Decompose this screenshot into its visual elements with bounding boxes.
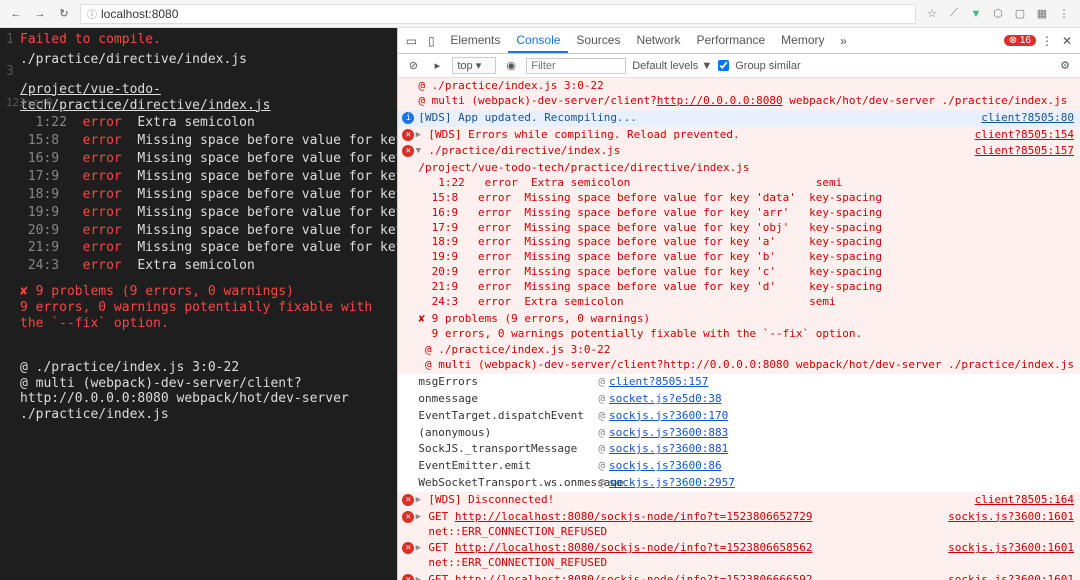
- compile-error-header: Failed to compile.: [20, 32, 397, 48]
- stack-frame: msgErrors@client?8505:157: [398, 374, 1080, 391]
- group-similar-label: Group similar: [735, 60, 800, 72]
- tab-performance[interactable]: Performance: [688, 29, 773, 53]
- network-error-line: ✕▶GET http://localhost:8080/sockjs-node/…: [398, 509, 1080, 541]
- star-icon[interactable]: ☆: [924, 6, 940, 22]
- trace-line: @ multi (webpack)-dev-server/client?http…: [20, 376, 397, 424]
- devtools-tabs: ▭ ▯ ElementsConsoleSourcesNetworkPerform…: [398, 28, 1080, 54]
- url-link[interactable]: http://localhost:8080/sockjs-node/info?t…: [455, 573, 813, 580]
- source-link[interactable]: sockjs.js?3600:2957: [609, 476, 735, 491]
- lint-error-row: 1:22 error Extra semicolon semi: [20, 115, 397, 131]
- info-icon: ⓘ: [87, 6, 97, 21]
- source-link[interactable]: sockjs.js?3600:1601: [948, 541, 1074, 556]
- network-error-line: ✕▶GET http://localhost:8080/sockjs-node/…: [398, 572, 1080, 580]
- url-link[interactable]: http://0.0.0.0:8080: [657, 94, 783, 107]
- source-link[interactable]: client?8505:157: [975, 144, 1074, 159]
- stack-frame: WebSocketTransport.ws.onmessage@sockjs.j…: [398, 475, 1080, 492]
- console-error-line: ✕ ▶ [WDS] Disconnected! client?8505:164: [398, 492, 1080, 509]
- devtools-menu-icon[interactable]: ⋮: [1038, 32, 1056, 50]
- ext-icon-2[interactable]: ⬡: [990, 6, 1006, 22]
- extension-icons: ☆ ⟋ ▼ ⬡ ▢ ▦ ⋮: [924, 6, 1072, 22]
- close-devtools-icon[interactable]: ✕: [1058, 32, 1076, 50]
- fix-hint: 9 errors, 0 warnings potentially fixable…: [20, 300, 397, 332]
- problems-summary: ✘ 9 problems (9 errors, 0 warnings): [20, 284, 397, 300]
- network-error-line: ✕▶GET http://localhost:8080/sockjs-node/…: [398, 540, 1080, 572]
- project-path-link[interactable]: /project/vue-todo-tech/practice/directiv…: [20, 82, 270, 113]
- reload-button[interactable]: ↻: [56, 6, 72, 22]
- lint-error-row: 17:9 error Missing space before value fo…: [20, 169, 397, 185]
- ghost-number: 3: [6, 64, 14, 80]
- source-link[interactable]: client?8505:157: [609, 375, 708, 390]
- source-link[interactable]: sockjs.js?3600:883: [609, 426, 728, 441]
- console-toolbar: ⊘ ▸ top ▾ ◉ Default levels ▼ Group simil…: [398, 54, 1080, 78]
- error-overlay: 1 Failed to compile. 3 ./practice/direct…: [0, 28, 397, 580]
- device-toggle-icon[interactable]: ▯: [422, 32, 440, 50]
- tab-network[interactable]: Network: [628, 29, 688, 53]
- source-link[interactable]: sockjs.js?3600:881: [609, 442, 728, 457]
- source-link[interactable]: client?8505:80: [981, 111, 1074, 126]
- console-error-line: ✕ ▶ [WDS] Errors while compiling. Reload…: [398, 127, 1080, 144]
- expand-icon[interactable]: ▶: [412, 129, 424, 141]
- ext-icon-1[interactable]: ⟋: [946, 6, 962, 22]
- tab-memory[interactable]: Memory: [773, 29, 832, 53]
- console-error-line: ✕ ▼ ./practice/directive/index.js client…: [398, 143, 1080, 160]
- lint-error-row: 16:9 error Missing space before value fo…: [20, 151, 397, 167]
- lint-summary-block: ✘ 9 problems (9 errors, 0 warnings) 9 er…: [398, 311, 1080, 343]
- ext-icon-4[interactable]: ▦: [1034, 6, 1050, 22]
- stack-frame: (anonymous)@sockjs.js?3600:883: [398, 425, 1080, 442]
- info-icon: i: [402, 112, 414, 124]
- source-link[interactable]: client?8505:154: [975, 128, 1074, 143]
- tab-sources[interactable]: Sources: [568, 29, 628, 53]
- stack-frame: SockJS._transportMessage@sockjs.js?3600:…: [398, 441, 1080, 458]
- stack-frame: EventEmitter.emit@sockjs.js?3600:86: [398, 458, 1080, 475]
- lint-error-row: 21:9 error Missing space before value fo…: [20, 240, 397, 256]
- url-bar[interactable]: ⓘ localhost:8080: [80, 4, 916, 24]
- source-link[interactable]: sockjs.js?3600:170: [609, 409, 728, 424]
- stack-frame: EventTarget.dispatchEvent@sockjs.js?3600…: [398, 408, 1080, 425]
- devtools-panel: ▭ ▯ ElementsConsoleSourcesNetworkPerform…: [397, 28, 1080, 580]
- tab-console[interactable]: Console: [508, 29, 568, 53]
- console-info-line: i [WDS] App updated. Recompiling... clie…: [398, 110, 1080, 127]
- forward-button[interactable]: →: [32, 6, 48, 22]
- source-link[interactable]: socket.js?e5d0:38: [609, 392, 722, 407]
- source-link[interactable]: sockjs.js?3600:1601: [948, 573, 1074, 580]
- lint-footer-block: @ ./practice/index.js 3:0-22 @ multi (we…: [398, 342, 1080, 374]
- console-filter-input[interactable]: [526, 58, 626, 74]
- clear-console-icon[interactable]: ⊘: [404, 57, 422, 75]
- console-output: @ ./practice/index.js 3:0-22 @ multi (we…: [398, 78, 1080, 580]
- back-button[interactable]: ←: [8, 6, 24, 22]
- context-selector[interactable]: top ▾: [452, 57, 496, 74]
- tab-elements[interactable]: Elements: [442, 29, 508, 53]
- source-link[interactable]: sockjs.js?3600:1601: [948, 510, 1074, 525]
- lint-error-row: 19:9 error Missing space before value fo…: [20, 205, 397, 221]
- console-settings-icon[interactable]: ⚙: [1056, 57, 1074, 75]
- ext-icon-3[interactable]: ▢: [1012, 6, 1028, 22]
- trace-line: @ ./practice/index.js 3:0-22: [20, 360, 397, 376]
- more-tabs-icon[interactable]: »: [835, 32, 853, 50]
- ghost-number: 1: [6, 32, 14, 48]
- lint-error-row: 18:9 error Missing space before value fo…: [20, 187, 397, 203]
- console-error-line: @ ./practice/index.js 3:0-22 @ multi (we…: [398, 78, 1080, 110]
- vue-devtools-icon[interactable]: ▼: [968, 6, 984, 22]
- stack-frame: onmessage@socket.js?e5d0:38: [398, 391, 1080, 408]
- lint-error-row: 24:3 error Extra semicolon semi: [20, 258, 397, 274]
- lint-error-row: 20:9 error Missing space before value fo…: [20, 223, 397, 239]
- inspect-icon[interactable]: ▭: [402, 32, 420, 50]
- browser-toolbar: ← → ↻ ⓘ localhost:8080 ☆ ⟋ ▼ ⬡ ▢ ▦ ⋮: [0, 0, 1080, 28]
- eye-icon[interactable]: ◉: [502, 57, 520, 75]
- error-count-badge[interactable]: ⊗ 16: [1004, 35, 1036, 46]
- file-path: ./practice/directive/index.js: [20, 52, 397, 68]
- url-link[interactable]: http://localhost:8080/sockjs-node/info?t…: [455, 541, 813, 554]
- menu-icon[interactable]: ⋮: [1056, 6, 1072, 22]
- source-link[interactable]: sockjs.js?3600:86: [609, 459, 722, 474]
- group-similar-checkbox[interactable]: [718, 60, 729, 71]
- url-link[interactable]: http://localhost:8080/sockjs-node/info?t…: [455, 510, 813, 523]
- lint-output-block: /project/vue-todo-tech/practice/directiv…: [398, 160, 1080, 310]
- log-levels-selector[interactable]: Default levels ▼: [632, 60, 712, 72]
- console-sidebar-icon[interactable]: ▸: [428, 57, 446, 75]
- ghost-text: 123:a:0: [6, 96, 52, 109]
- url-text: localhost:8080: [101, 7, 178, 21]
- source-link[interactable]: client?8505:164: [975, 493, 1074, 508]
- lint-error-row: 15:8 error Missing space before value fo…: [20, 133, 397, 149]
